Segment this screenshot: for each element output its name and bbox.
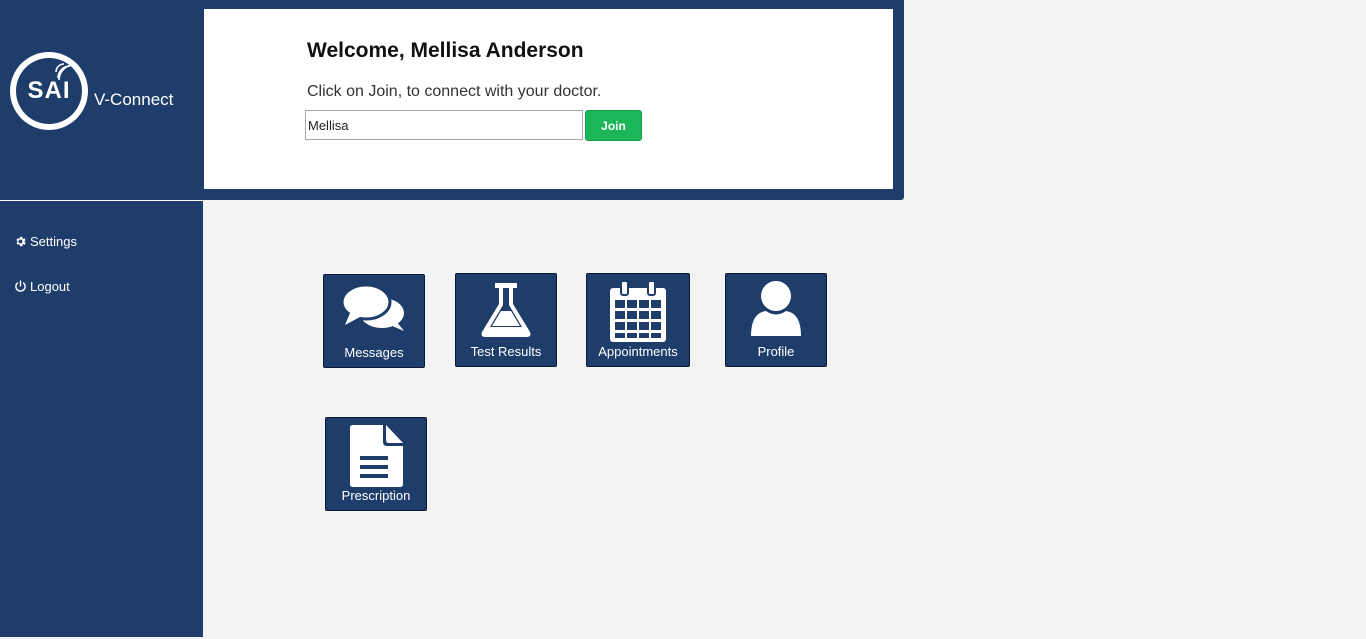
tile-messages[interactable]: Messages (323, 274, 425, 368)
sidebar: SAI V-Connect Settings Logout (0, 0, 203, 637)
document-icon (350, 425, 403, 487)
welcome-subtitle: Click on Join, to connect with your doct… (307, 83, 602, 100)
tile-appointments[interactable]: Appointments (586, 273, 690, 367)
join-button[interactable]: Join (585, 110, 642, 141)
tile-label: Prescription (341, 488, 411, 503)
welcome-card: Welcome, Mellisa Anderson Click on Join,… (204, 9, 893, 189)
welcome-title: Welcome, Mellisa Anderson (307, 39, 584, 62)
user-icon (751, 281, 801, 336)
tile-test-results[interactable]: Test Results (455, 273, 557, 367)
flask-icon (481, 283, 531, 337)
gear-icon (16, 236, 26, 247)
welcome-panel: Welcome, Mellisa Anderson Click on Join,… (203, 0, 904, 200)
calendar-icon (610, 280, 666, 342)
logout-label: Logout (30, 279, 70, 294)
logout-link[interactable]: Logout (14, 279, 70, 294)
signal-arcs-icon (55, 63, 75, 80)
chat-bubbles-icon (340, 283, 404, 331)
tile-profile[interactable]: Profile (725, 273, 827, 367)
tile-label: Test Results (470, 344, 542, 359)
tile-label: Profile (757, 344, 795, 359)
logo: SAI (10, 52, 88, 130)
tile-label: Appointments (598, 344, 678, 359)
settings-label: Settings (30, 234, 77, 249)
name-input[interactable] (305, 110, 583, 140)
tile-prescription[interactable]: Prescription (325, 417, 427, 511)
brand-area: SAI V-Connect (0, 0, 203, 201)
app-name: V-Connect (94, 90, 174, 109)
settings-link[interactable]: Settings (14, 234, 77, 249)
tile-label: Messages (344, 345, 404, 360)
power-icon (15, 280, 26, 292)
